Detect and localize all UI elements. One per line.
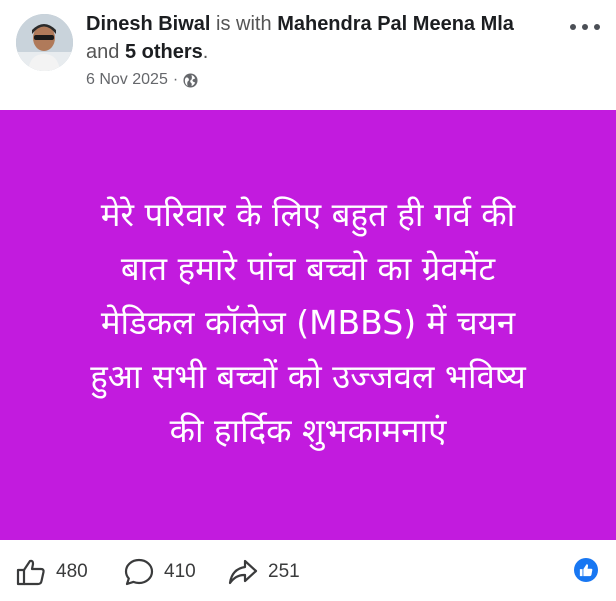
more-dot — [570, 24, 576, 30]
avatar-photo — [16, 14, 73, 71]
meta-separator: · — [172, 71, 179, 88]
share-count: 251 — [268, 561, 300, 582]
comment-stat[interactable]: 410 — [124, 558, 196, 586]
thumbs-up-icon[interactable] — [16, 558, 46, 586]
share-stat[interactable]: 251 — [228, 558, 300, 586]
post-text-line: बात हमारे पांच बच्चो का ग्रेवमेंट — [120, 249, 496, 288]
post-text-line: हुआ सभी बच्चों को उज्जवल भविष्य — [90, 357, 526, 396]
post-text: मेरे परिवार के लिए बहुत ही गर्व की बात ह… — [28, 188, 588, 458]
tagged-others[interactable]: 5 others — [125, 41, 203, 63]
like-reaction-icon[interactable] — [574, 558, 598, 582]
with-text: is with — [216, 13, 272, 35]
post-text-line: मेरे परिवार के लिए बहुत ही गर्व की — [100, 195, 516, 234]
post-text-line: की हार्दिक शुभकामनाएं — [169, 411, 447, 450]
like-reaction-glyph — [579, 564, 593, 577]
post-author-line: Dinesh Biwal is with Mahendra Pal Meena … — [86, 10, 526, 66]
post-footer: 480 410 251 — [0, 540, 616, 601]
and-text: and — [86, 41, 120, 63]
post-meta: 6 Nov 2025 · — [86, 71, 198, 89]
post-background[interactable]: मेरे परिवार के लिए बहुत ही गर्व की बात ह… — [0, 110, 616, 540]
tagged-person[interactable]: Mahendra Pal Meena Mla — [277, 13, 514, 35]
like-stat[interactable]: 480 — [16, 558, 88, 586]
period-text: . — [202, 41, 209, 63]
more-dot — [582, 24, 588, 30]
post-text-line: मेडिकल कॉलेज (MBBS) में चयन — [100, 303, 516, 342]
author-avatar[interactable] — [16, 14, 73, 71]
post-date[interactable]: 6 Nov 2025 — [86, 71, 168, 89]
post-header: Dinesh Biwal is with Mahendra Pal Meena … — [0, 0, 616, 110]
globe-icon — [183, 72, 198, 88]
comment-icon[interactable] — [124, 558, 154, 586]
author-name[interactable]: Dinesh Biwal — [86, 13, 210, 35]
comment-count: 410 — [164, 561, 196, 582]
like-count: 480 — [56, 561, 88, 582]
more-dot — [594, 24, 600, 30]
share-icon[interactable] — [228, 558, 258, 586]
more-options-icon[interactable] — [570, 20, 600, 34]
